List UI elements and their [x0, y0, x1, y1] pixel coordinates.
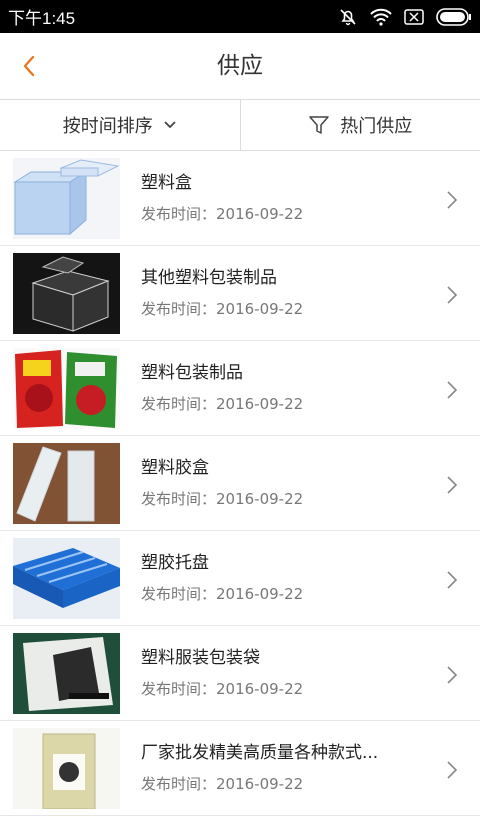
- status-icons: [338, 7, 472, 27]
- item-date: 发布时间：2016-09-22: [141, 393, 303, 414]
- list-item[interactable]: 塑料服装包装袋 发布时间：2016-09-22: [0, 626, 480, 721]
- item-title: 塑料盒: [141, 168, 192, 193]
- back-button[interactable]: [14, 51, 44, 81]
- item-date: 发布时间：2016-09-22: [141, 583, 303, 604]
- item-date: 发布时间：2016-09-22: [141, 678, 303, 699]
- item-title: 塑料服装包装袋: [141, 643, 260, 668]
- list-item[interactable]: 其他塑料包装制品 发布时间：2016-09-22: [0, 246, 480, 341]
- status-bar: 下午1:45: [0, 0, 480, 33]
- product-thumbnail: [13, 538, 120, 619]
- battery-icon: [436, 8, 472, 26]
- list-item[interactable]: 塑料胶盒 发布时间：2016-09-22: [0, 436, 480, 531]
- item-title: 塑料胶盒: [141, 453, 209, 478]
- sort-by-time-button[interactable]: 按时间排序: [0, 100, 241, 150]
- chevron-right-icon: [446, 380, 458, 400]
- hot-label: 热门供应: [340, 112, 412, 138]
- page-title: 供应: [0, 33, 480, 100]
- sim-icon: [404, 9, 424, 25]
- list-item[interactable]: 塑料盒 发布时间：2016-09-22: [0, 151, 480, 246]
- product-thumbnail: [13, 253, 120, 334]
- supply-list: 塑料盒 发布时间：2016-09-22 其他塑料包装制品 发布时间：2016-0…: [0, 151, 480, 816]
- item-date: 发布时间：2016-09-22: [141, 773, 303, 794]
- chevron-down-icon: [163, 120, 177, 130]
- item-title: 其他塑料包装制品: [141, 263, 277, 288]
- chevron-right-icon: [446, 570, 458, 590]
- filter-bar: 按时间排序 热门供应: [0, 100, 480, 151]
- hot-supply-button[interactable]: 热门供应: [241, 100, 480, 150]
- chevron-right-icon: [446, 665, 458, 685]
- item-date: 发布时间：2016-09-22: [141, 203, 303, 224]
- chevron-right-icon: [446, 285, 458, 305]
- product-thumbnail: [13, 158, 120, 239]
- item-date: 发布时间：2016-09-22: [141, 298, 303, 319]
- item-title: 塑胶托盘: [141, 548, 209, 573]
- funnel-icon: [308, 114, 330, 136]
- chevron-right-icon: [446, 760, 458, 780]
- wifi-icon: [370, 8, 392, 26]
- product-thumbnail: [13, 443, 120, 524]
- list-item[interactable]: 塑胶托盘 发布时间：2016-09-22: [0, 531, 480, 626]
- back-icon: [22, 55, 36, 77]
- product-thumbnail: [13, 728, 120, 809]
- mute-icon: [338, 7, 358, 27]
- item-title: 厂家批发精美高质量各种款式...: [141, 738, 378, 763]
- chevron-right-icon: [446, 190, 458, 210]
- item-date: 发布时间：2016-09-22: [141, 488, 303, 509]
- status-time: 下午1:45: [8, 4, 75, 29]
- list-item[interactable]: 厂家批发精美高质量各种款式... 发布时间：2016-09-22: [0, 721, 480, 816]
- list-item[interactable]: 塑料包装制品 发布时间：2016-09-22: [0, 341, 480, 436]
- chevron-right-icon: [446, 475, 458, 495]
- product-thumbnail: [13, 633, 120, 714]
- nav-bar: 供应: [0, 33, 480, 100]
- item-title: 塑料包装制品: [141, 358, 243, 383]
- sort-label: 按时间排序: [63, 112, 153, 138]
- product-thumbnail: [13, 348, 120, 429]
